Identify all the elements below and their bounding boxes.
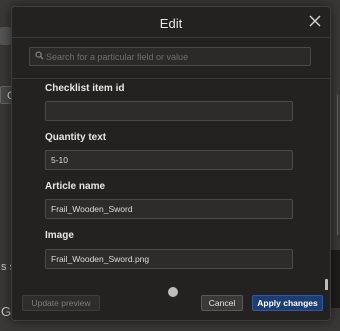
dialog-header: Edit [12, 7, 330, 37]
scrollbar-thumb[interactable] [325, 279, 328, 290]
edit-dialog: Edit Checklist item id Quantity text Art… [11, 6, 331, 321]
help-icon[interactable] [168, 287, 178, 297]
apply-changes-button[interactable]: Apply changes [252, 295, 323, 311]
field-label: Checklist item id [45, 83, 125, 94]
dialog-title: Edit [159, 16, 183, 31]
field-label: Image [45, 230, 74, 241]
update-preview-button[interactable]: Update preview [22, 295, 100, 311]
field-label: Quantity text [45, 132, 107, 143]
cancel-button[interactable]: Cancel [201, 295, 243, 311]
search-box [29, 47, 311, 66]
dialog-body: Checklist item id Quantity text Article … [12, 79, 330, 290]
quantity-text-field[interactable] [45, 150, 293, 170]
search-icon [35, 51, 44, 60]
article-name-field[interactable] [45, 199, 293, 219]
image-field[interactable] [45, 249, 293, 269]
dialog-footer: Update preview Cancel Apply changes [12, 287, 330, 320]
checklist-item-id-field[interactable] [45, 101, 293, 121]
field-label: Article name [45, 181, 106, 192]
search-input[interactable] [46, 48, 306, 65]
divider [12, 37, 330, 38]
background-divider [337, 95, 338, 235]
close-icon [309, 15, 321, 27]
close-button[interactable] [306, 12, 324, 30]
